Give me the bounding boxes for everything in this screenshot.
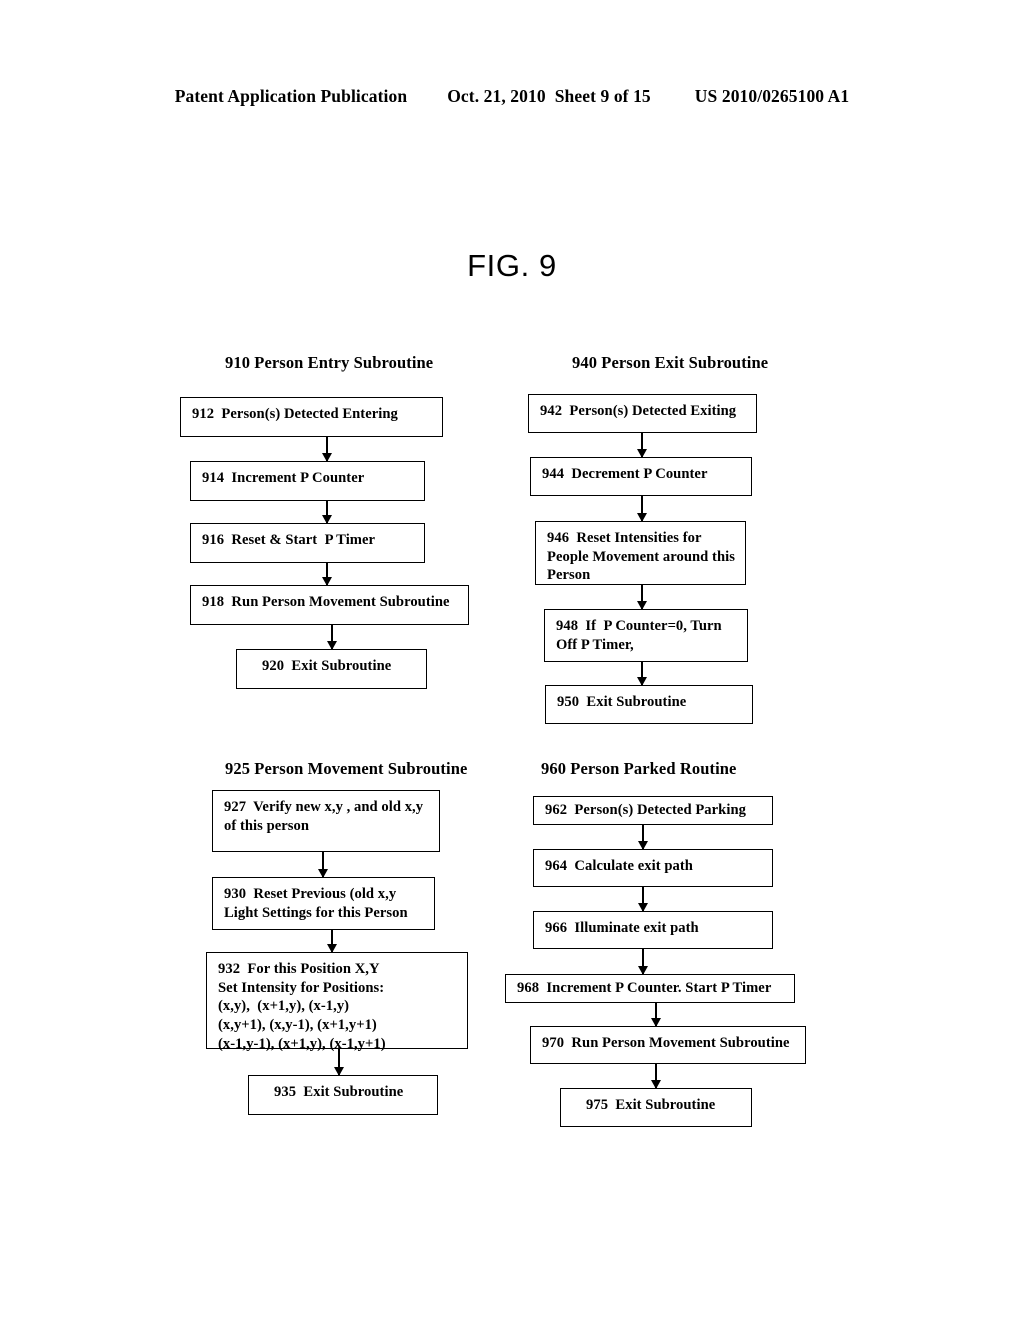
flow-node-927-line-2: of this person [224,817,310,834]
flow-node-964-line-1: 964 Calculate exit path [545,858,693,874]
flowchart-title-person-exit: 940 Person Exit Subroutine [572,353,769,372]
flow-node-932-line-2: Set Intensity for Positions: [218,979,385,996]
flowchart-title-person-entry: 910 Person Entry Subroutine [225,353,434,372]
publication-date: Oct. 21, 2010 [447,86,546,106]
connector-946-948 [641,585,643,609]
connector-930-932 [331,930,333,952]
patent-number: US 2010/0265100 A1 [694,86,850,106]
flow-node-916-line-1: 916 Reset & Start P Timer [202,532,376,548]
connector-932-935 [338,1049,340,1075]
connector-948-950 [641,662,643,685]
connector-944-946 [641,496,643,521]
connector-966-968 [642,949,644,974]
connector-962-964 [642,825,644,849]
connector-968-970 [655,1003,657,1026]
flowchart-title-person-parked: 960 Person Parked Routine [541,759,737,778]
flow-node-932-line-1: 932 For this Position X,Y [218,961,380,977]
flow-node-946-line-2: People Movement around this [547,548,735,565]
flow-node-962: 962 Person(s) Detected Parking [533,796,773,825]
flow-node-920-line-1: 920 Exit Subroutine [262,658,392,674]
flowchart-title-person-movement: 925 Person Movement Subroutine [225,759,468,778]
flow-node-930-line-2: Light Settings for this Person [224,904,408,921]
flow-node-970: 970 Run Person Movement Subroutine [530,1026,806,1064]
flow-node-927-line-1: 927 Verify new x,y , and old x,y [224,799,424,815]
connector-918-920 [331,625,333,649]
flow-node-975-line-1: 975 Exit Subroutine [586,1097,716,1113]
flow-node-962-line-1: 962 Person(s) Detected Parking [545,802,746,818]
flow-node-970-line-1: 970 Run Person Movement Subroutine [542,1035,790,1051]
flow-node-930-line-1: 930 Reset Previous (old x,y [224,886,397,902]
connector-912-914 [326,437,328,461]
flow-node-950-line-1: 950 Exit Subroutine [557,694,687,710]
flow-node-968: 968 Increment P Counter. Start P Timer [505,974,795,1003]
flow-node-968-line-1: 968 Increment P Counter. Start P Timer [517,980,772,996]
flow-node-942-line-1: 942 Person(s) Detected Exiting [540,403,737,419]
flow-node-948: 948 If P Counter=0, Turn Off P Timer, [544,609,748,662]
flow-node-964: 964 Calculate exit path [533,849,773,887]
flow-node-975: 975 Exit Subroutine [560,1088,752,1127]
flow-node-927: 927 Verify new x,y , and old x,y of this… [212,790,440,852]
page-header: Patent Application Publication Oct. 21, … [0,86,1024,107]
flow-node-942: 942 Person(s) Detected Exiting [528,394,757,433]
connector-964-966 [642,887,644,911]
flow-node-946-line-1: 946 Reset Intensities for [547,530,702,546]
publication-label: Patent Application Publication [174,86,408,106]
connector-914-916 [326,501,328,523]
flow-node-935: 935 Exit Subroutine [248,1075,438,1115]
flow-node-944-line-1: 944 Decrement P Counter [542,466,708,482]
flow-node-966-line-1: 966 Illuminate exit path [545,920,699,936]
connector-942-944 [641,433,643,457]
flow-node-946: 946 Reset Intensities for People Movemen… [535,521,746,585]
flow-node-916: 916 Reset & Start P Timer [190,523,425,563]
flow-node-948-line-1: 948 If P Counter=0, Turn [556,618,722,634]
flow-node-920: 920 Exit Subroutine [236,649,427,689]
flow-node-932-line-4: (x,y+1), (x,y-1), (x+1,y+1) [218,1017,377,1034]
flow-node-914: 914 Increment P Counter [190,461,425,501]
flow-node-918: 918 Run Person Movement Subroutine [190,585,469,625]
flow-node-932: 932 For this Position X,Y Set Intensity … [206,952,468,1052]
flow-node-932-line-3: (x,y), (x+1,y), (x-1,y) [218,998,350,1015]
flow-node-946-line-3: Person [547,567,591,584]
flow-node-944: 944 Decrement P Counter [530,457,752,496]
flow-node-912-line-1: 912 Person(s) Detected Entering [192,406,398,422]
flow-node-948-line-2: Off P Timer, [556,636,634,653]
flow-node-935-line-1: 935 Exit Subroutine [274,1084,404,1100]
flow-node-912: 912 Person(s) Detected Entering [180,397,443,437]
connector-927-930 [322,852,324,877]
sheet-number: Sheet 9 of 15 [554,86,651,106]
flow-node-966: 966 Illuminate exit path [533,911,773,949]
connector-916-918 [326,563,328,585]
flow-node-950: 950 Exit Subroutine [545,685,753,724]
flow-node-932-line-5: (x-1,y-1), (x+1,y), (x-1,y+1) [218,1035,386,1052]
flow-node-930: 930 Reset Previous (old x,y Light Settin… [212,877,435,930]
flow-node-918-line-1: 918 Run Person Movement Subroutine [202,594,450,610]
flow-node-914-line-1: 914 Increment P Counter [202,470,365,486]
connector-970-975 [655,1064,657,1088]
figure-title: FIG. 9 [467,248,557,283]
